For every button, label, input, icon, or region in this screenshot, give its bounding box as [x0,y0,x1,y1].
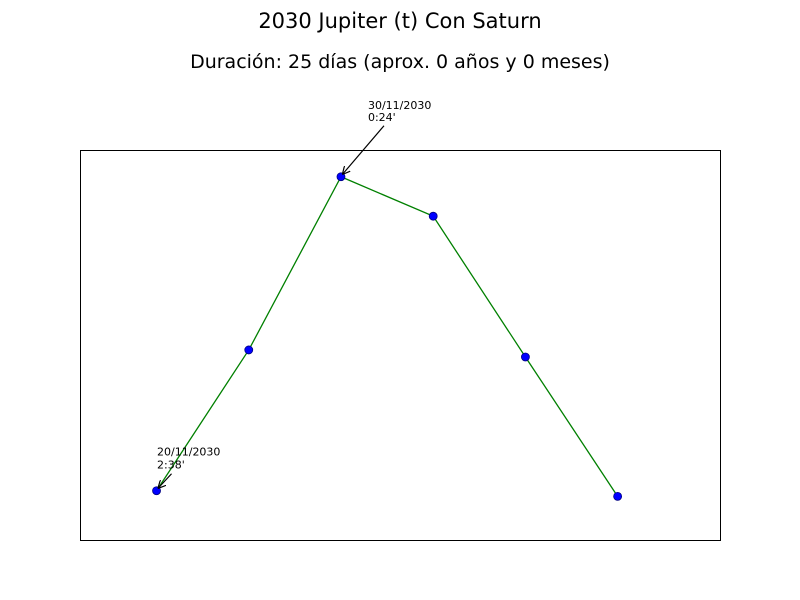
annotation-arrow [343,125,385,174]
annotation-arrow [159,473,172,488]
annotation: 30/11/20300:24' [343,99,431,174]
chart-container: 2030 Jupiter (t) Con Saturn Duración: 25… [0,0,800,600]
plot-frame [80,150,721,541]
series-line [155,175,619,497]
annotation-date: 20/11/2030 [157,446,220,459]
data-point [152,486,161,496]
plot-area: 20/11/20302:38' 30/11/20300:24' [80,99,721,541]
data-point [244,345,254,355]
data-point [336,172,346,182]
data-point [521,352,530,362]
data-point [428,211,438,221]
annotation: 20/11/20302:38' [157,446,220,488]
annotation-value: 2:38' [157,459,185,472]
annotation-value: 0:24' [368,111,396,124]
data-point [613,491,623,501]
